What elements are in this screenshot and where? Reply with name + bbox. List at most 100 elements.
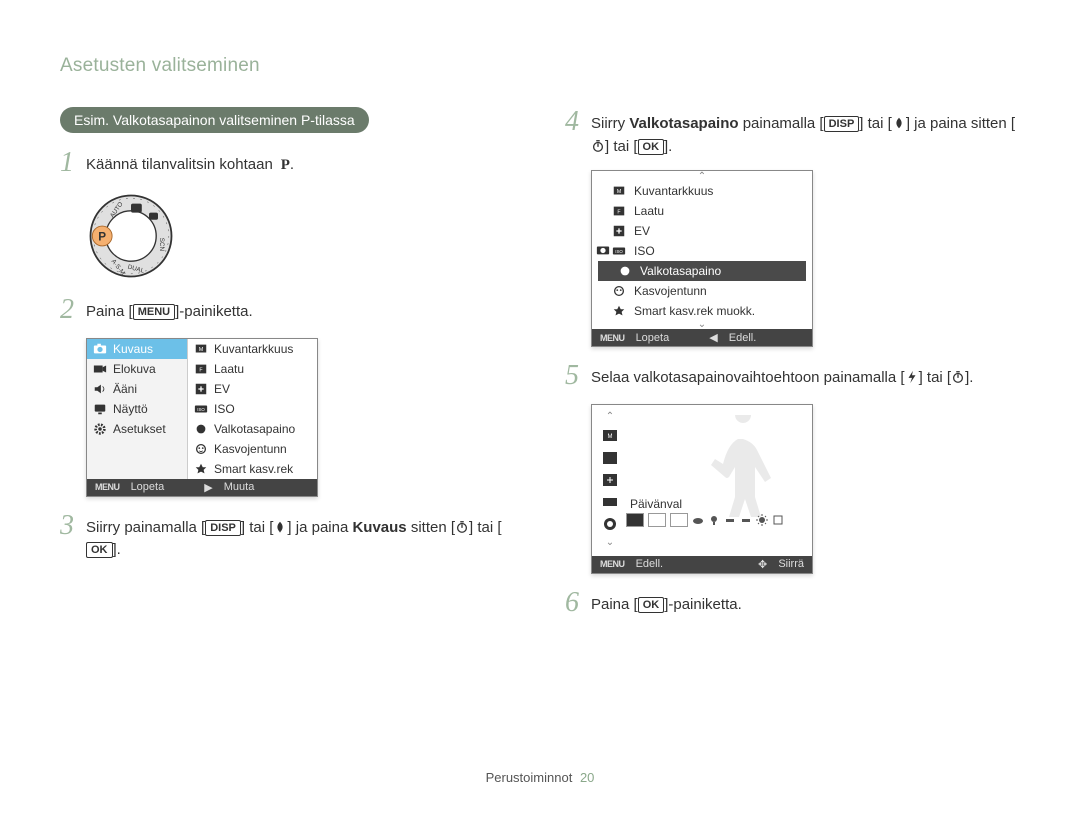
- svg-text:ISO: ISO: [197, 406, 205, 411]
- menu-label: Ääni: [113, 382, 137, 396]
- ok-button-label: OK: [638, 597, 665, 613]
- svg-text:SCN: SCN: [158, 238, 165, 252]
- step-3-text-d: sitten [: [407, 519, 455, 536]
- smart-face-icon: [612, 304, 626, 318]
- footer-right: Muuta: [224, 481, 255, 493]
- screen-footer: MENU Lopeta ▶ Muuta: [87, 479, 317, 496]
- svg-text:P: P: [98, 230, 106, 243]
- chevron-up-icon: ⌃: [606, 413, 614, 421]
- step-number: 1: [60, 148, 86, 179]
- footer-left: Lopeta: [636, 332, 670, 344]
- gear-icon: [93, 422, 107, 436]
- step-6-text-a: Paina [: [591, 596, 638, 613]
- step-6-text-b: ]-painiketta.: [664, 596, 742, 613]
- submenu-label: Valkotasapaino: [214, 422, 295, 436]
- step-2: 2 Paina [MENU]-painiketta.: [60, 295, 515, 326]
- submenu-label: Laatu: [634, 204, 664, 218]
- svg-text:F: F: [199, 367, 202, 373]
- quality-icon: [602, 451, 618, 465]
- step-5-text-b: ] tai [: [919, 369, 952, 386]
- sound-icon: [93, 382, 107, 396]
- footer-left: Edell.: [636, 558, 664, 570]
- menu-label: Asetukset: [113, 422, 166, 436]
- menu-icon-label: MENU: [95, 482, 120, 492]
- right-arrow-icon: ▶: [204, 481, 212, 494]
- svg-text:ISO: ISO: [615, 249, 623, 254]
- menu-label: Näyttö: [113, 402, 148, 416]
- step-4: 4 Siirry Valkotasapaino painamalla [DISP…: [565, 107, 1020, 158]
- face-icon: [194, 442, 208, 456]
- step-2-text-a: Paina [: [86, 303, 133, 320]
- mode-dial-illustration: P AUTO SCN A·S·M DUAL: [86, 191, 176, 281]
- quality-icon: F: [194, 362, 208, 376]
- resolution-icon: M: [194, 342, 208, 356]
- wb-option-label: Päivänval: [630, 497, 682, 511]
- submenu-label: Kuvantarkkuus: [214, 342, 293, 356]
- svg-text:M: M: [199, 346, 203, 352]
- menu-right-column: M Kuvantarkkuus F Laatu EV ISO ISO Valkotas…: [188, 339, 317, 479]
- macro-icon: [273, 520, 287, 534]
- timer-icon: [591, 139, 605, 153]
- disp-button-label: DISP: [824, 116, 860, 132]
- submenu-label: Kasvojentunn: [214, 442, 287, 456]
- wb-selected-icon: [602, 517, 618, 531]
- page-number: 20: [580, 770, 594, 785]
- quality-icon: F: [612, 204, 626, 218]
- screen-footer: MENU Lopeta ◀ Edell.: [592, 329, 812, 346]
- step-4-text-c: ] tai [: [859, 115, 892, 132]
- step-1-text-a: Käännä tilanvalitsin kohtaan: [86, 156, 273, 173]
- submenu-label: ISO: [214, 402, 235, 416]
- footer-right: Siirrä: [778, 558, 804, 570]
- camera-screen-submenu: ⌃ MKuvantarkkuus FLaatu EV ISOISO Valkot…: [591, 170, 813, 347]
- chevron-up-icon: ⌃: [592, 173, 812, 181]
- left-column: Esim. Valkotasapainon valitseminen P-til…: [60, 107, 515, 631]
- step-2-text-b: ]-painiketta.: [175, 303, 253, 320]
- step-6: 6 Paina [OK]-painiketta.: [565, 588, 1020, 619]
- step-4-text-b: painamalla [: [739, 115, 824, 132]
- submenu-label: Laatu: [214, 362, 244, 376]
- page-section-title: Asetusten valitseminen: [60, 55, 1020, 77]
- submenu-label: Smart kasv.rek: [214, 462, 293, 476]
- submenu-label: Kuvantarkkuus: [634, 184, 713, 198]
- fluorescent-h-icon: [724, 514, 736, 526]
- right-column: 4 Siirry Valkotasapaino painamalla [DISP…: [565, 107, 1020, 631]
- step-4-text-e: ] tai [: [605, 138, 638, 155]
- menu-icon-label: MENU: [600, 333, 625, 343]
- step-5-text-a: Selaa valkotasapainovaihtoehtoon painama…: [591, 369, 905, 386]
- iso-icon: ISO: [612, 244, 626, 258]
- menu-label: Kuvaus: [113, 342, 153, 356]
- chevron-down-icon: ⌄: [592, 321, 812, 329]
- submenu-label: EV: [634, 224, 650, 238]
- person-silhouette: [698, 415, 788, 525]
- step-number: 2: [60, 295, 86, 326]
- svg-text:F: F: [617, 210, 620, 216]
- submenu-label: Kasvojentunn: [634, 284, 707, 298]
- step-4-text-a: Siirry: [591, 115, 629, 132]
- step-number: 4: [565, 107, 591, 138]
- submenu-label: ISO: [634, 244, 655, 258]
- step-number: 5: [565, 361, 591, 392]
- menu-item-kuvaus: Kuvaus: [87, 339, 187, 359]
- submenu-label: EV: [214, 382, 230, 396]
- camera-screen-wb-options: ⌃ M ⌄ Päivänval: [591, 404, 813, 574]
- step-3-bold: Kuvaus: [352, 519, 406, 536]
- camera-icon: [596, 243, 610, 257]
- smart-face-icon: [194, 462, 208, 476]
- footer-right: Edell.: [729, 332, 757, 344]
- wb-cell: [648, 513, 666, 527]
- menu-item-elokuva: Elokuva: [87, 359, 187, 379]
- camera-icon: [93, 342, 107, 356]
- wb-icon: [618, 264, 632, 278]
- video-icon: [93, 362, 107, 376]
- sun-icon: [756, 514, 768, 526]
- tungsten-icon: [708, 514, 720, 526]
- footer-label: Perustoiminnot: [486, 770, 573, 785]
- chevron-down-icon: ⌄: [606, 539, 614, 547]
- step-number: 3: [60, 511, 86, 542]
- disp-button-label: DISP: [205, 520, 241, 536]
- ok-button-label: OK: [638, 139, 665, 155]
- ev-icon: [602, 473, 618, 487]
- move-icon: ✥: [758, 558, 767, 571]
- ev-icon: [612, 224, 626, 238]
- wb-icon: [194, 422, 208, 436]
